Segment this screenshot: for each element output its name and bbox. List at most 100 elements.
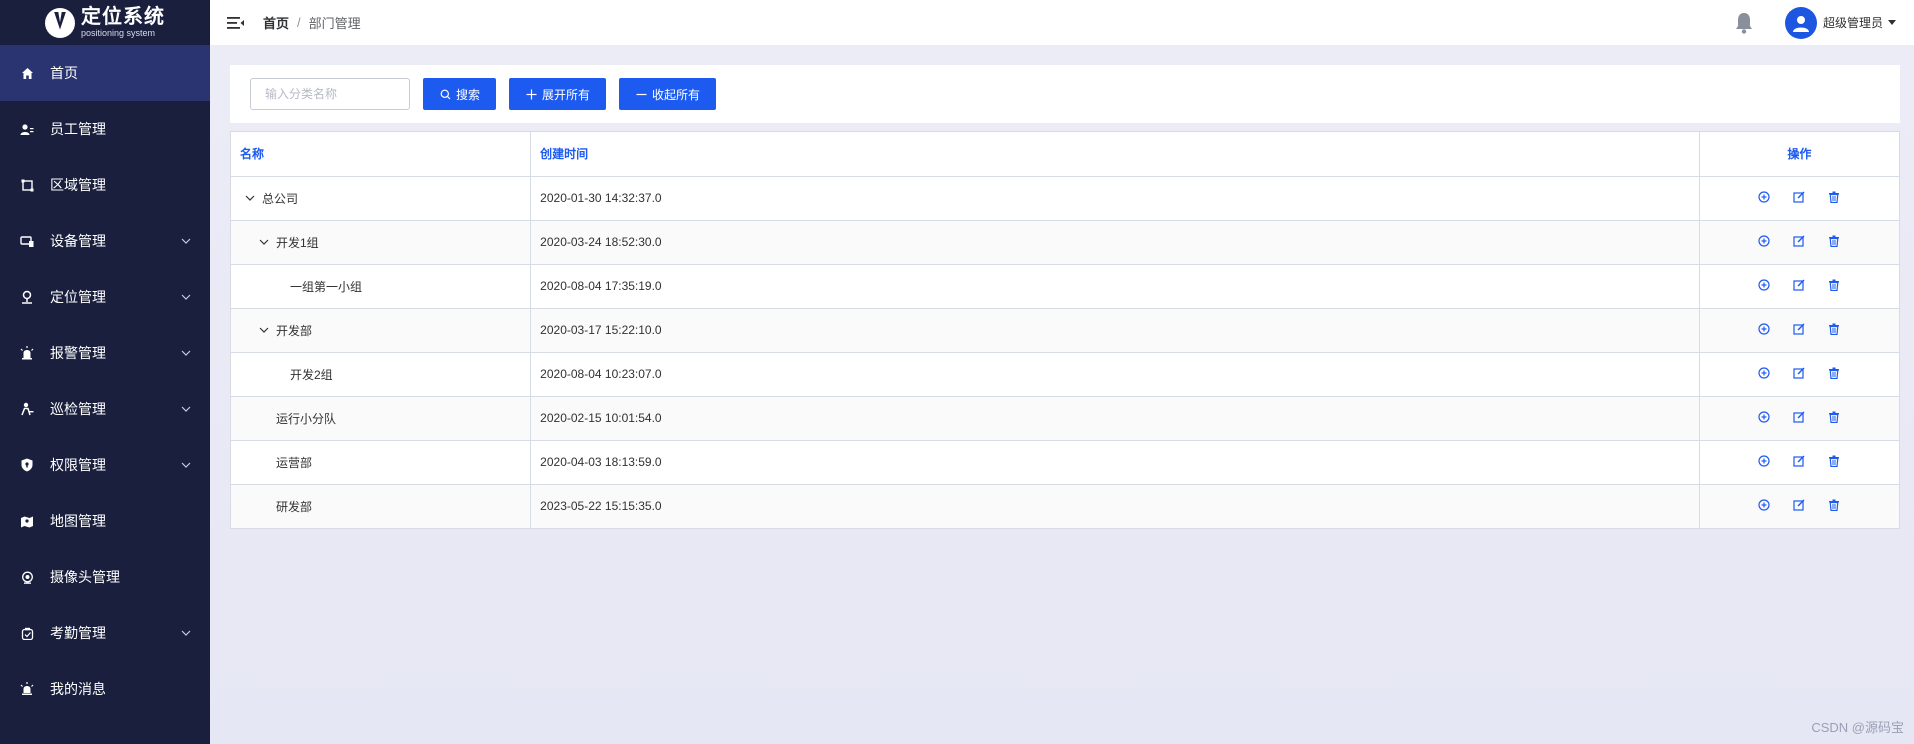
- breadcrumb-home[interactable]: 首页: [263, 13, 289, 32]
- sidebar-item-label: 首页: [50, 65, 78, 81]
- bell-icon[interactable]: [1733, 12, 1755, 34]
- column-header-time: 创建时间: [530, 132, 1700, 177]
- sidebar-item-0[interactable]: 首页: [0, 45, 210, 101]
- minus-icon: [635, 88, 647, 100]
- sidebar-item-2[interactable]: 区域管理: [0, 157, 210, 213]
- table-row: 一组第一小组 2020-08-04 17:35:19.0: [231, 264, 1899, 309]
- shield-icon: [20, 458, 34, 472]
- chevron-down-icon: [180, 459, 192, 471]
- table-row: 运行小分队 2020-02-15 10:01:54.0: [231, 396, 1899, 441]
- user-name[interactable]: 超级管理员: [1823, 14, 1883, 31]
- location-icon: [20, 290, 34, 304]
- sidebar-item-4[interactable]: 定位管理: [0, 269, 210, 325]
- category-search-input[interactable]: [250, 78, 410, 110]
- sidebar-item-3[interactable]: 设备管理: [0, 213, 210, 269]
- delete-icon[interactable]: [1827, 190, 1841, 204]
- sidebar-item-label: 巡检管理: [50, 401, 106, 417]
- department-name: 开发部: [276, 323, 313, 338]
- add-child-icon[interactable]: [1757, 366, 1771, 380]
- sidebar-item-label: 员工管理: [50, 121, 106, 137]
- sidebar-item-5[interactable]: 报警管理: [0, 325, 210, 381]
- cell-name: 开发1组: [231, 220, 532, 265]
- add-child-icon[interactable]: [1757, 278, 1771, 292]
- cell-created-time: 2020-08-04 17:35:19.0: [530, 264, 1700, 309]
- sidebar-item-label: 摄像头管理: [50, 569, 120, 585]
- collapse-all-label: 收起所有: [652, 87, 701, 102]
- cell-ops: [1699, 352, 1899, 397]
- delete-icon[interactable]: [1827, 234, 1841, 248]
- sidebar-item-label: 我的消息: [50, 681, 106, 697]
- sidebar-item-10[interactable]: 考勤管理: [0, 605, 210, 661]
- sidebar-item-9[interactable]: 摄像头管理: [0, 549, 210, 605]
- edit-icon[interactable]: [1792, 278, 1806, 292]
- table-body: 总公司 2020-01-30 14:32:37.0 开发1组 2020-03-24 1…: [231, 176, 1899, 528]
- sidebar-item-label: 报警管理: [50, 345, 106, 361]
- cell-ops: [1699, 220, 1899, 265]
- table-row: 开发1组 2020-03-24 18:52:30.0: [231, 220, 1899, 265]
- collapse-all-button[interactable]: 收起所有: [619, 78, 717, 110]
- delete-icon[interactable]: [1827, 278, 1841, 292]
- department-name: 一组第一小组: [290, 279, 363, 294]
- device-icon: [20, 234, 34, 248]
- edit-icon[interactable]: [1792, 234, 1806, 248]
- edit-icon[interactable]: [1792, 410, 1806, 424]
- top-header: 首页 / 部门管理 超级管理员: [210, 0, 1914, 45]
- expand-toggle-icon[interactable]: [258, 236, 270, 248]
- add-child-icon[interactable]: [1757, 190, 1771, 204]
- cell-created-time: 2020-02-15 10:01:54.0: [530, 396, 1700, 441]
- map-icon: [20, 514, 34, 528]
- add-child-icon[interactable]: [1757, 322, 1771, 336]
- sidebar-item-7[interactable]: 权限管理: [0, 437, 210, 493]
- chevron-down-icon: [180, 291, 192, 303]
- search-button[interactable]: 搜索: [423, 78, 497, 110]
- cell-ops: [1699, 440, 1899, 485]
- sidebar-item-11[interactable]: 我的消息: [0, 661, 210, 717]
- collapse-menu-icon[interactable]: [227, 16, 245, 30]
- cell-created-time: 2023-05-22 15:15:35.0: [530, 484, 1700, 528]
- app-logo[interactable]: 定位系统 positioning system: [0, 0, 210, 45]
- alarm-icon: [20, 346, 34, 360]
- add-child-icon[interactable]: [1757, 454, 1771, 468]
- breadcrumb-separator: /: [297, 15, 301, 30]
- cell-ops: [1699, 308, 1899, 353]
- sidebar-item-8[interactable]: 地图管理: [0, 493, 210, 549]
- department-name: 开发2组: [290, 367, 333, 382]
- app-title: 定位系统: [81, 6, 165, 28]
- expand-toggle-icon[interactable]: [244, 192, 256, 204]
- chevron-down-icon: [180, 403, 192, 415]
- delete-icon[interactable]: [1827, 454, 1841, 468]
- cell-created-time: 2020-04-03 18:13:59.0: [530, 440, 1700, 485]
- sidebar-item-6[interactable]: 巡检管理: [0, 381, 210, 437]
- delete-icon[interactable]: [1827, 410, 1841, 424]
- cell-created-time: 2020-03-24 18:52:30.0: [530, 220, 1700, 265]
- breadcrumb: 首页 / 部门管理: [263, 13, 361, 32]
- department-name: 运营部: [276, 455, 313, 470]
- edit-icon[interactable]: [1792, 454, 1806, 468]
- breadcrumb-current: 部门管理: [308, 16, 361, 31]
- sidebar-item-label: 考勤管理: [50, 625, 106, 641]
- table-row: 运营部 2020-04-03 18:13:59.0: [231, 440, 1899, 485]
- add-child-icon[interactable]: [1757, 410, 1771, 424]
- cell-name: 开发2组: [231, 352, 532, 397]
- expand-toggle-icon[interactable]: [258, 324, 270, 336]
- delete-icon[interactable]: [1827, 366, 1841, 380]
- edit-icon[interactable]: [1792, 322, 1806, 336]
- add-child-icon[interactable]: [1757, 234, 1771, 248]
- expand-all-label: 展开所有: [542, 87, 591, 102]
- sidebar-item-1[interactable]: 员工管理: [0, 101, 210, 157]
- chevron-down-icon: [180, 627, 192, 639]
- search-icon: [439, 88, 451, 100]
- edit-icon[interactable]: [1792, 498, 1806, 512]
- delete-icon[interactable]: [1827, 322, 1841, 336]
- avatar-icon[interactable]: [1784, 6, 1817, 39]
- add-child-icon[interactable]: [1757, 498, 1771, 512]
- edit-icon[interactable]: [1792, 190, 1806, 204]
- edit-icon[interactable]: [1792, 366, 1806, 380]
- chevron-down-icon: [180, 235, 192, 247]
- cell-name: 研发部: [231, 484, 532, 528]
- caret-down-icon[interactable]: [1888, 20, 1896, 25]
- camera-icon: [20, 570, 34, 584]
- department-name: 运行小分队: [276, 411, 337, 426]
- expand-all-button[interactable]: 展开所有: [509, 78, 607, 110]
- delete-icon[interactable]: [1827, 498, 1841, 512]
